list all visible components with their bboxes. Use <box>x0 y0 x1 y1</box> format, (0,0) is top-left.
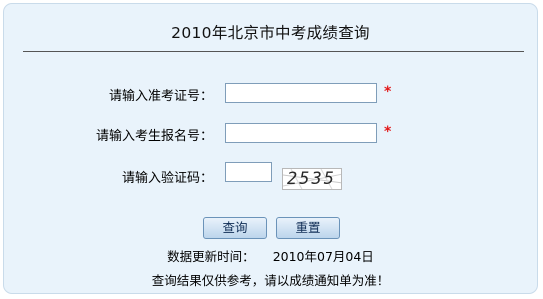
query-panel: 2010年北京市中考成绩查询 请输入准考证号： * 请输入考生报名号： * 请输… <box>3 3 538 294</box>
registration-required-mark: * <box>384 124 392 140</box>
admission-number-input[interactable] <box>225 83 377 103</box>
captcha-image[interactable]: 2535 <box>282 168 342 190</box>
captcha-label: 请输入验证码： <box>121 171 213 186</box>
registration-number-label: 请输入考生报名号： <box>95 129 213 144</box>
captcha-input[interactable] <box>225 162 272 182</box>
notice-text: 查询结果仅供参考，请以成绩通知单为准！ <box>151 273 390 288</box>
registration-number-input[interactable] <box>225 123 377 143</box>
query-button[interactable]: 查询 <box>203 217 267 239</box>
captcha-code: 2535 <box>287 169 336 189</box>
admission-required-mark: * <box>384 84 392 100</box>
update-time-line: 数据更新时间： 2010年07月04日 <box>4 246 537 265</box>
update-time-label: 数据更新时间： <box>167 249 255 264</box>
admission-number-label: 请输入准考证号： <box>108 89 213 104</box>
page-title: 2010年北京市中考成绩查询 <box>171 24 370 42</box>
reset-button[interactable]: 重置 <box>276 217 340 239</box>
update-time-value: 2010年07月04日 <box>272 249 374 264</box>
title-divider <box>23 51 524 52</box>
